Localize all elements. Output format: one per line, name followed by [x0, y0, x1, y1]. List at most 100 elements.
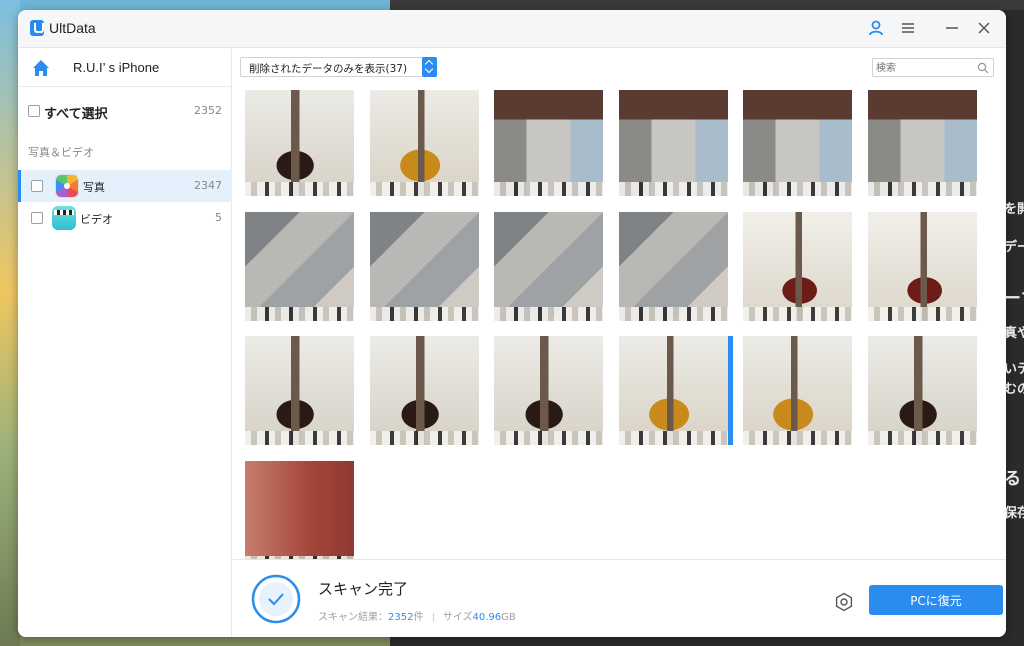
filter-label: 削除されたデータのみを表示(37): [249, 63, 408, 75]
thumbnail-image: [743, 336, 852, 445]
photo-thumbnail[interactable]: [867, 336, 977, 445]
sidebar-item-label: 写真: [83, 181, 105, 194]
photo-grid: [245, 90, 985, 560]
sidebar-item-count: 5: [215, 211, 222, 224]
thumbnail-image: [618, 336, 728, 445]
background-text: 真や: [1004, 326, 1024, 341]
photo-thumbnail[interactable]: [369, 90, 479, 196]
app-title: UltData: [49, 20, 96, 36]
sidebar-item-count: 2347: [194, 179, 222, 192]
videos-checkbox[interactable]: [31, 212, 43, 224]
search-icon[interactable]: [977, 62, 989, 74]
thumbnail-image: [867, 336, 977, 445]
device-header: R.U.I’ s iPhone: [18, 49, 232, 87]
size-label: サイズ: [442, 612, 473, 623]
thumbnail-pixel-strip: [494, 431, 603, 445]
thumbnail-pixel-strip: [245, 306, 354, 321]
thumbnail-pixel-strip: [494, 182, 603, 196]
size-unit: GB: [501, 612, 516, 623]
app-logo-icon: [30, 20, 44, 36]
desktop-background: [0, 0, 20, 646]
status-footer: スキャン完了 スキャン結果：2352件 サイズ40.96GB PCに復元: [233, 559, 1006, 637]
thumbnail-image: [494, 211, 603, 321]
thumbnail-image: [245, 90, 354, 196]
thumbnail-pixel-strip: [369, 431, 479, 445]
close-icon[interactable]: [975, 19, 993, 37]
dropdown-arrow-icon[interactable]: [422, 57, 437, 77]
recover-to-pc-button[interactable]: PCに復元: [869, 585, 1003, 615]
background-text: ーす: [1004, 289, 1024, 309]
settings-icon[interactable]: [834, 592, 854, 612]
size-value: 40.96: [472, 612, 502, 623]
thumbnail-pixel-strip: [245, 182, 354, 196]
photo-thumbnail[interactable]: [867, 211, 977, 321]
photo-thumbnail[interactable]: [618, 211, 728, 321]
device-name: R.U.I’ s iPhone: [73, 60, 160, 75]
sidebar-item-photos[interactable]: 写真 2347: [18, 170, 232, 202]
thumbnail-pixel-strip: [743, 306, 852, 321]
deleted-only-filter[interactable]: 削除されたデータのみを表示(37): [240, 57, 437, 77]
photo-thumbnail[interactable]: [743, 90, 852, 196]
thumbnail-pixel-strip: [867, 182, 977, 196]
select-all-label: すべて選択: [44, 107, 108, 122]
thumbnail-pixel-strip: [618, 306, 728, 321]
section-label: 写真＆ビデオ: [28, 146, 94, 159]
photo-thumbnail[interactable]: [369, 336, 479, 445]
thumbnail-image: [743, 90, 852, 196]
photo-thumbnail[interactable]: [494, 90, 603, 196]
sidebar-item-videos[interactable]: ビデオ 5: [18, 202, 232, 234]
select-all-row[interactable]: すべて選択 2352: [18, 101, 232, 122]
thumbnail-pixel-strip: [245, 431, 354, 445]
thumbnail-image: [494, 336, 603, 445]
thumbnail-image: [369, 336, 479, 445]
photo-thumbnail[interactable]: [245, 460, 354, 560]
thumbnail-pixel-strip: [867, 306, 977, 321]
background-text: を開: [1004, 202, 1024, 217]
photo-thumbnail[interactable]: [743, 336, 852, 445]
thumbnail-pixel-strip: [369, 182, 479, 196]
home-icon[interactable]: [31, 58, 51, 78]
thumbnail-pixel-strip: [743, 182, 852, 196]
background-window-titlebar: [390, 0, 1024, 10]
divider: [432, 612, 434, 622]
photo-thumbnail[interactable]: [867, 90, 977, 196]
photo-thumbnail[interactable]: [743, 211, 852, 321]
search-input[interactable]: [876, 61, 971, 75]
search-box[interactable]: [872, 58, 994, 77]
scan-complete-icon: [251, 574, 301, 624]
sidebar: R.U.I’ s iPhone すべて選択 2352 写真＆ビデオ 写真 234…: [18, 49, 232, 637]
photo-thumbnail[interactable]: [245, 90, 354, 196]
photos-checkbox[interactable]: [31, 180, 43, 192]
photo-thumbnail[interactable]: [494, 211, 603, 321]
photo-thumbnail[interactable]: [494, 336, 603, 445]
photo-thumbnail[interactable]: [369, 211, 479, 321]
thumbnail-image: [245, 211, 354, 321]
scan-summary: スキャン結果：2352件 サイズ40.96GB: [318, 608, 516, 623]
thumbnail-image: [743, 211, 852, 321]
thumbnail-image: [867, 211, 977, 321]
thumbnail-image: [369, 90, 479, 196]
thumbnail-image: [245, 460, 354, 560]
thumbnail-pixel-strip: [369, 306, 479, 321]
minimize-icon[interactable]: [943, 19, 961, 37]
thumbnail-image: [867, 90, 977, 196]
photo-thumbnail[interactable]: [618, 90, 728, 196]
thumbnail-pixel-strip: [743, 431, 852, 445]
select-all-checkbox[interactable]: [28, 105, 40, 117]
sidebar-item-label: ビデオ: [80, 213, 113, 226]
thumbnail-image: [494, 90, 603, 196]
menu-icon[interactable]: [899, 19, 917, 37]
result-unit: 件: [413, 612, 424, 623]
thumbnail-image: [618, 90, 728, 196]
photo-thumbnail[interactable]: [618, 336, 733, 445]
photo-thumbnail[interactable]: [245, 211, 354, 321]
account-icon[interactable]: [867, 19, 885, 37]
thumbnail-pixel-strip: [618, 431, 728, 445]
content-area: 削除されたデータのみを表示(37): [233, 49, 1006, 560]
thumbnail-pixel-strip: [867, 431, 977, 445]
photo-thumbnail[interactable]: [245, 336, 354, 445]
thumbnail-image: [369, 211, 479, 321]
select-all-count: 2352: [194, 104, 222, 117]
photos-app-icon: [55, 174, 79, 198]
thumbnail-pixel-strip: [618, 182, 728, 196]
